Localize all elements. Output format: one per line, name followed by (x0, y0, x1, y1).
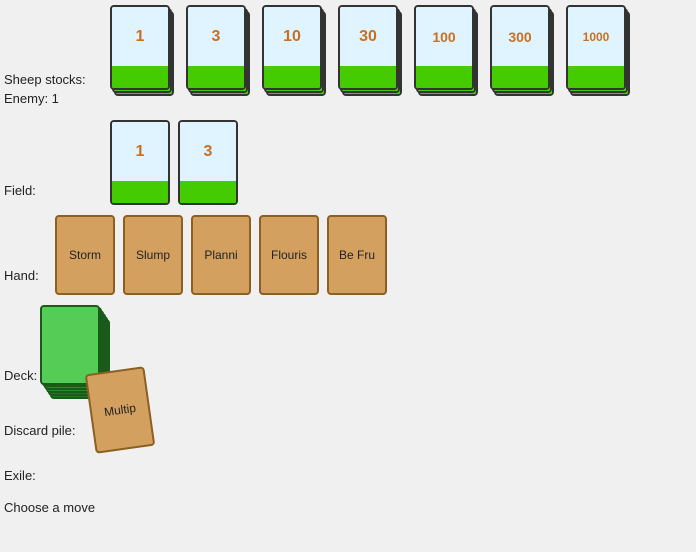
hand-card-planni[interactable]: Planni (191, 215, 251, 295)
sheep-stocks-label: Sheep stocks: (4, 72, 86, 87)
hand-card-slump[interactable]: Slump (123, 215, 183, 295)
exile-label: Exile: (4, 468, 36, 483)
field-card-3[interactable]: 3 (178, 120, 238, 205)
hand-card-befru[interactable]: Be Fru (327, 215, 387, 295)
hand-area: Storm Slump Planni Flouris Be Fru (55, 215, 387, 295)
discard-card-multip[interactable]: Multip (85, 366, 156, 454)
stock-card-30[interactable]: 30 (338, 5, 406, 101)
field-label: Field: (4, 183, 36, 198)
stock-card-300[interactable]: 300 (490, 5, 558, 101)
stock-card-1000[interactable]: 1000 (566, 5, 634, 101)
deck-label: Deck: (4, 368, 37, 383)
choose-move-text: Choose a move (4, 500, 95, 515)
stock-card-10[interactable]: 10 (262, 5, 330, 101)
discard-pile-label: Discard pile: (4, 423, 76, 438)
field-card-1[interactable]: 1 (110, 120, 170, 205)
sheep-stocks-area: 1 3 10 30 100 (110, 5, 634, 101)
stock-card-1[interactable]: 1 (110, 5, 178, 101)
stock-card-3[interactable]: 3 (186, 5, 254, 101)
hand-label: Hand: (4, 268, 39, 283)
hand-card-storm[interactable]: Storm (55, 215, 115, 295)
stock-card-100[interactable]: 100 (414, 5, 482, 101)
enemy-label: Enemy: 1 (4, 91, 59, 106)
discard-area: Multip (90, 370, 150, 450)
field-area: 1 3 (110, 120, 238, 205)
hand-card-flouris[interactable]: Flouris (259, 215, 319, 295)
